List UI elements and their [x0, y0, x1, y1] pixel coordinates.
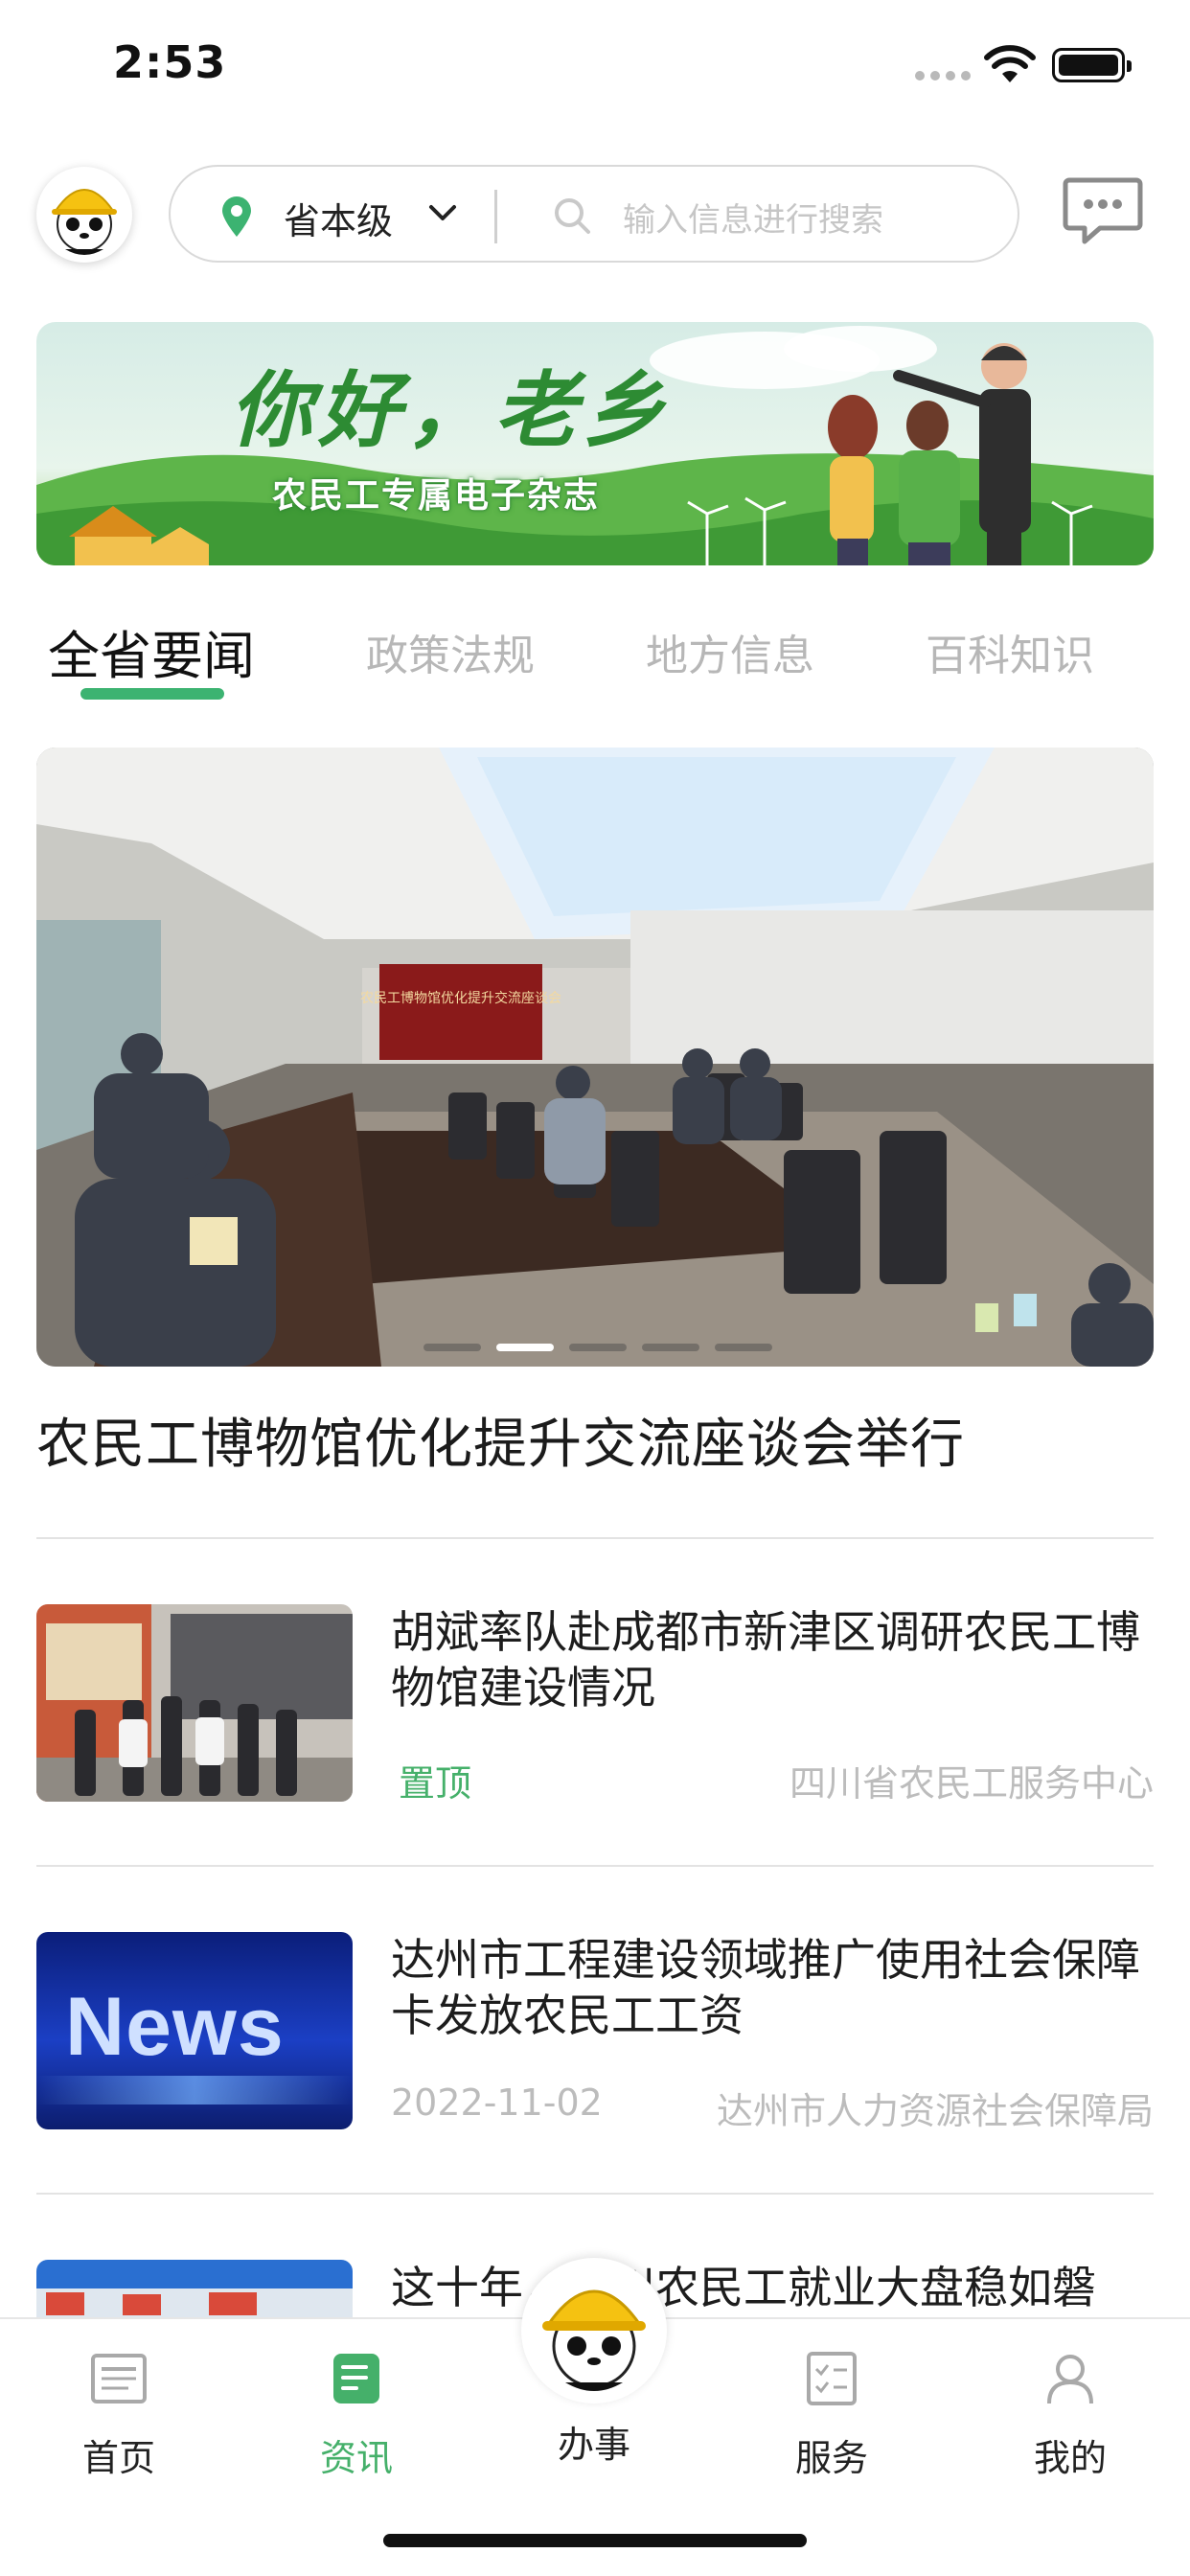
search-icon [555, 198, 590, 234]
news-title: 胡斌率队赴成都市新津区调研农民工博物馆建设情况 [391, 1606, 1140, 1714]
nav-home-label: 首页 [81, 2437, 155, 2479]
message-icon[interactable] [1062, 174, 1144, 247]
category-tabs: 全省要闻 政策法规 地方信息 百科知识 [0, 611, 1190, 707]
news-title: 达州市工程建设领域推广使用社会保障卡发放农民工工资 [391, 1934, 1140, 2041]
magazine-banner[interactable]: 你好，老乡 农民工专属电子杂志 [36, 322, 1154, 565]
banner-title: 你好，老乡 [230, 362, 671, 459]
status-time: 2:53 [113, 36, 227, 88]
region-selector[interactable]: 省本级 [284, 192, 393, 244]
news-title: 这十年，四川农民工就业大盘稳如磐 [391, 2262, 1096, 2313]
user-icon [1047, 2355, 1093, 2404]
tab-policy[interactable]: 政策法规 [366, 621, 535, 682]
panda-avatar-icon[interactable] [36, 167, 132, 263]
home-indicator [383, 2534, 807, 2547]
tab-province-news[interactable]: 全省要闻 [48, 613, 255, 689]
location-pin-icon [222, 196, 251, 237]
cellular-signal-icon [915, 71, 971, 80]
news-graphic-text: News [65, 1981, 285, 2073]
newspaper-icon [91, 2354, 147, 2404]
header: 省本级 输入信息进行搜索 [0, 153, 1190, 278]
news-item[interactable]: 胡斌率队赴成都市新津区调研农民工博物馆建设情况 置顶 四川省农民工服务中心 [36, 1604, 1154, 1806]
screen-text: 农民工博物馆优化提升交流座谈会 [360, 990, 561, 1006]
nav-profile[interactable]: 我的 [998, 2348, 1142, 2492]
search-bar[interactable]: 省本级 输入信息进行搜索 [169, 165, 1019, 263]
wifi-icon [984, 45, 1036, 82]
news-source: 四川省农民工服务中心 [789, 1762, 1154, 1805]
panda-mascot-icon[interactable] [521, 2258, 667, 2404]
divider [36, 1537, 1154, 1539]
divider [36, 2193, 1154, 2195]
nav-profile-label: 我的 [1033, 2437, 1107, 2479]
nav-home[interactable]: 首页 [47, 2348, 191, 2492]
news-item[interactable]: News 达州市工程建设领域推广使用社会保障卡发放农民工工资 2022-11-0… [36, 1932, 1154, 2133]
news-date: 2022-11-02 [391, 2082, 603, 2124]
news-thumbnail [36, 1604, 353, 1802]
carousel-indicator [423, 1344, 772, 1351]
carousel-headline[interactable]: 农民工博物馆优化提升交流座谈会举行 [36, 1401, 965, 1479]
nav-news[interactable]: 资讯 [285, 2348, 428, 2492]
news-source: 达州市人力资源社会保障局 [716, 2090, 1154, 2132]
status-bar: 2:53 [0, 0, 1190, 134]
news-carousel[interactable]: 农民工博物馆优化提升交流座谈会 [36, 748, 1154, 1367]
divider [36, 1865, 1154, 1867]
info-doc-icon [333, 2354, 379, 2404]
search-input[interactable]: 输入信息进行搜索 [623, 194, 883, 241]
chevron-down-icon[interactable] [425, 196, 460, 230]
checklist-icon [807, 2352, 857, 2405]
nav-affairs-label[interactable]: 办事 [522, 2415, 666, 2468]
pinned-badge: 置顶 [399, 1762, 472, 1805]
tab-local-info[interactable]: 地方信息 [646, 621, 814, 682]
nav-news-label: 资讯 [319, 2437, 393, 2479]
active-tab-indicator [80, 688, 224, 700]
banner-subtitle: 农民工专属电子杂志 [272, 476, 601, 516]
news-thumbnail: News [36, 1932, 353, 2129]
divider [494, 190, 497, 243]
battery-icon [1052, 48, 1132, 82]
nav-service-label: 服务 [794, 2437, 868, 2479]
tab-encyclopedia[interactable]: 百科知识 [926, 621, 1094, 682]
meeting-room-photo: 农民工博物馆优化提升交流座谈会 [36, 748, 1154, 1367]
nav-service[interactable]: 服务 [760, 2348, 904, 2492]
